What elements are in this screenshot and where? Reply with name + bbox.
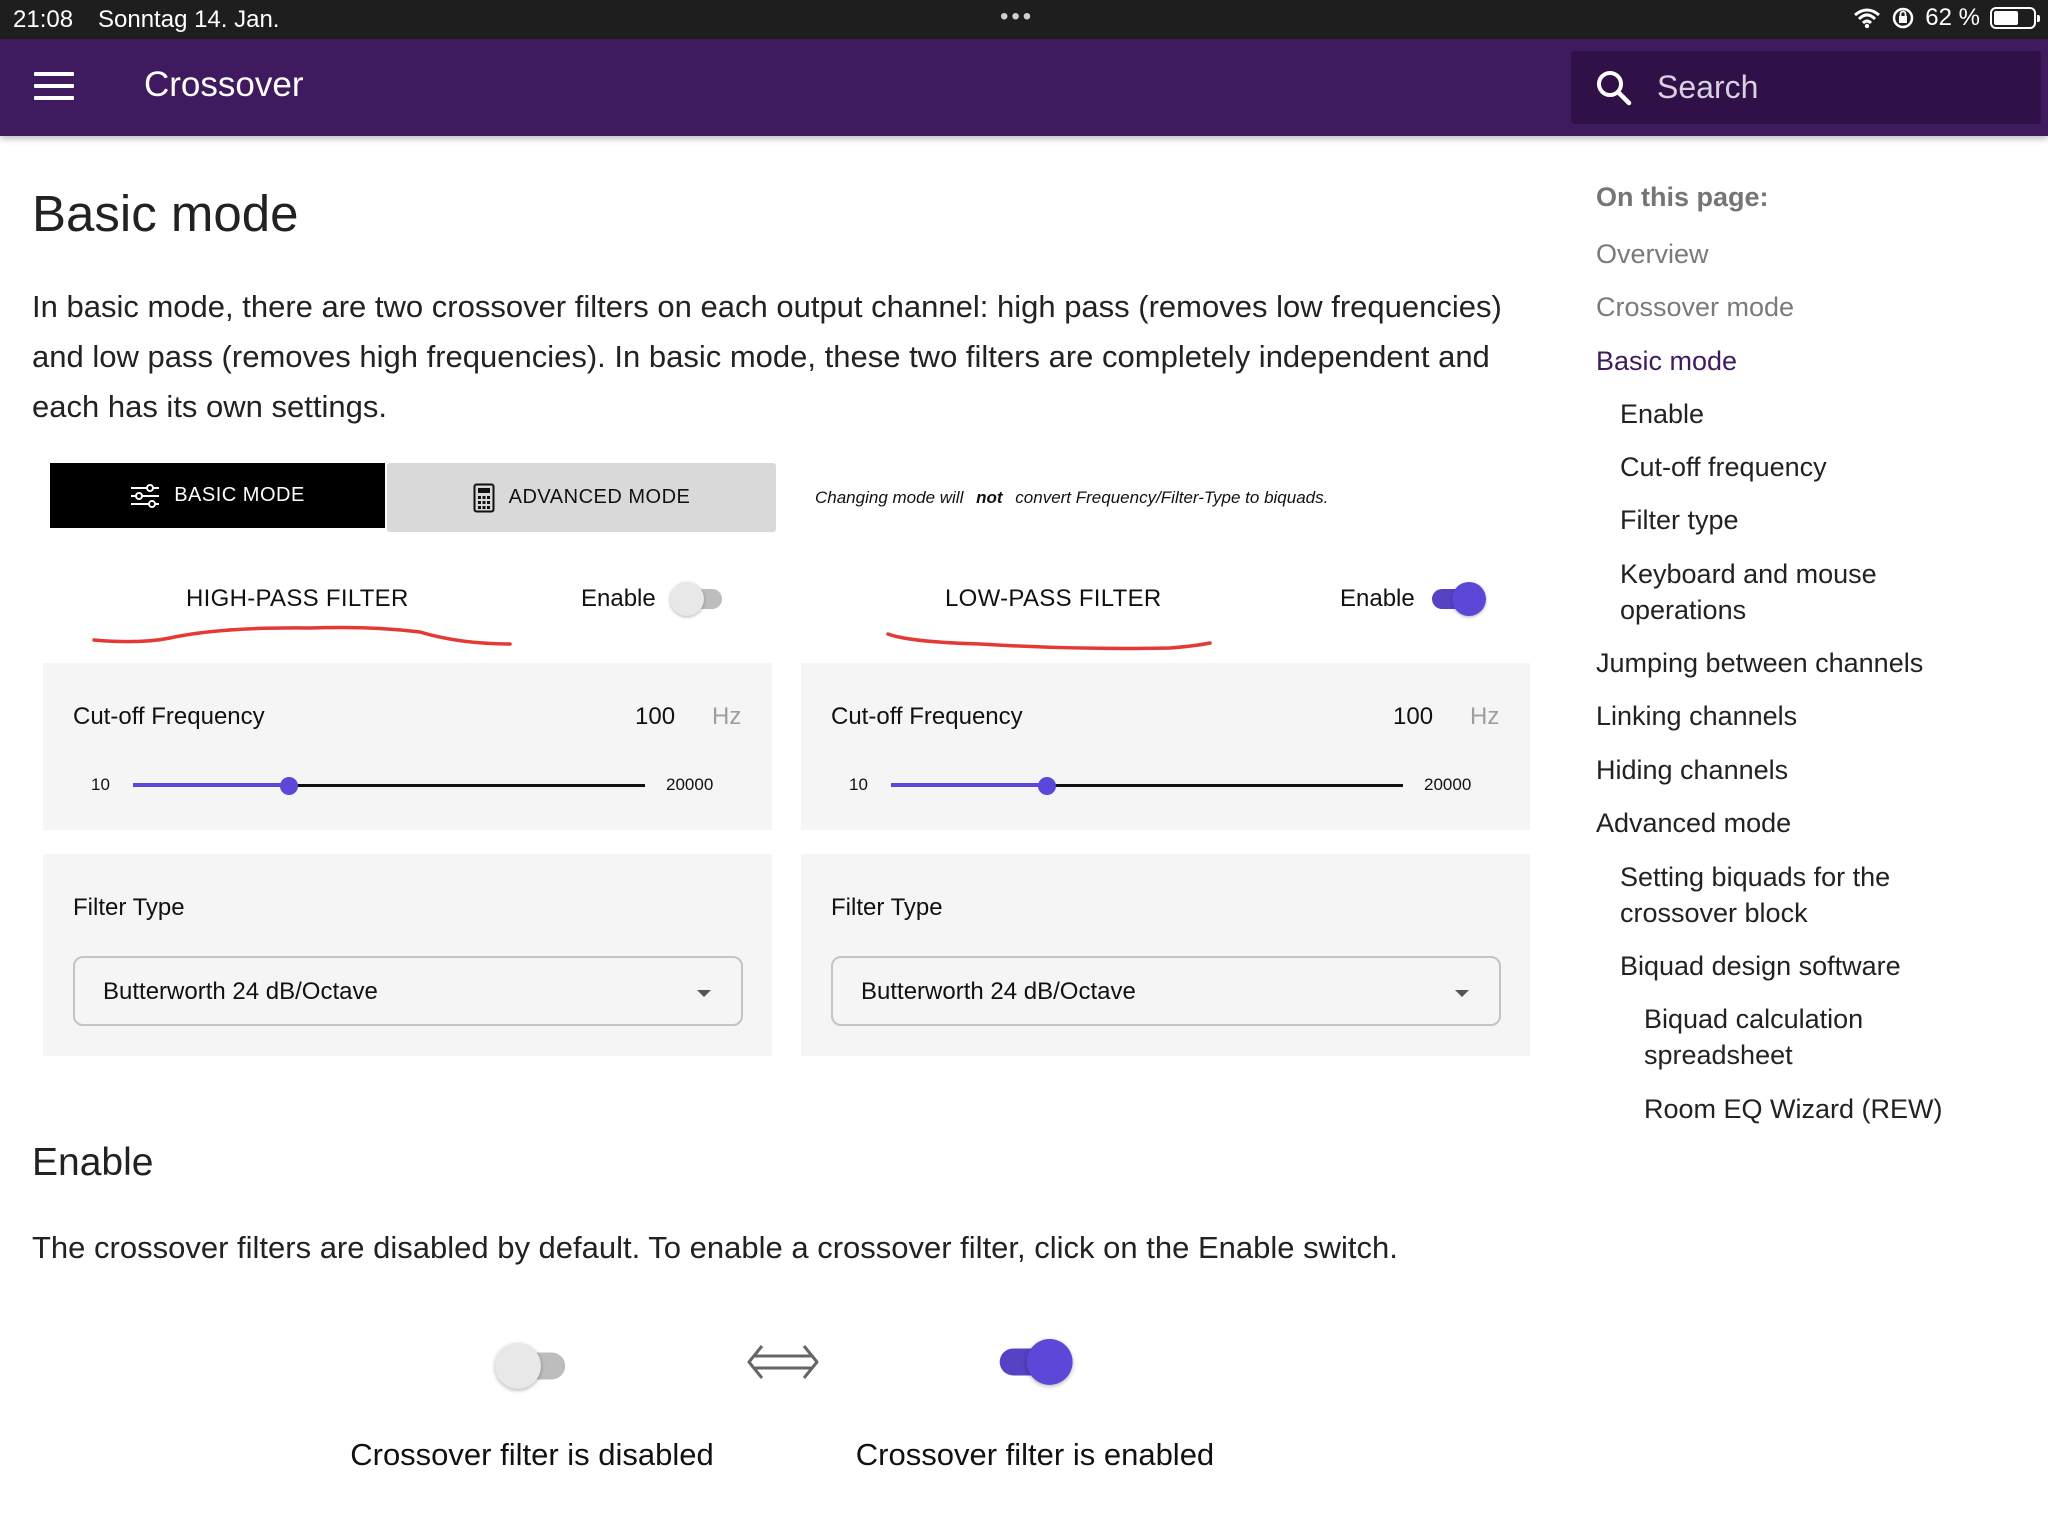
page-title: Basic mode <box>32 185 299 242</box>
toc-item-filter-type[interactable]: Filter type <box>1620 502 1739 538</box>
high-pass-enable-toggle[interactable] <box>670 582 726 616</box>
status-time: 21:08 <box>13 6 74 33</box>
high-pass-filter-title: HIGH-PASS FILTER <box>186 585 409 612</box>
filter-type-label: Filter Type <box>831 894 943 921</box>
toc-item-basic-mode[interactable]: Basic mode <box>1596 343 1737 379</box>
status-indicators: 62 % <box>1853 4 2040 32</box>
slider-thumb[interactable] <box>280 777 299 795</box>
filter-type-select[interactable]: Butterworth 24 dB/Octave <box>73 956 743 1026</box>
toc-item-biquad-design-software[interactable]: Biquad design software <box>1620 948 1901 984</box>
toc-item-linking-channels[interactable]: Linking channels <box>1596 698 1797 734</box>
cutoff-frequency-unit: Hz <box>1470 703 1500 730</box>
toc-item-hiding-channels[interactable]: Hiding channels <box>1596 752 1788 788</box>
toc-item-biquad-spreadsheet-line2[interactable]: spreadsheet <box>1644 1037 1793 1073</box>
slider-min-label: 10 <box>91 775 110 794</box>
filter-type-label: Filter Type <box>73 894 185 921</box>
low-pass-cutoff-panel: Cut-off Frequency 100 Hz 10 20000 <box>801 663 1530 830</box>
sliders-icon <box>131 483 160 508</box>
advanced-mode-button[interactable]: ADVANCED MODE <box>387 463 776 532</box>
low-pass-filter-title: LOW-PASS FILTER <box>945 585 1162 612</box>
enable-section-text: The crossover filters are disabled by de… <box>32 1230 1398 1265</box>
low-pass-enable-label: Enable <box>1340 585 1415 612</box>
cutoff-frequency-slider[interactable] <box>891 777 1403 795</box>
toc-item-cutoff-frequency[interactable]: Cut-off frequency <box>1620 449 1827 485</box>
double-arrow-icon <box>747 1345 819 1379</box>
status-bar: 21:08 Sonntag 14. Jan. ••• 62 % <box>0 0 2048 39</box>
menu-icon[interactable] <box>34 72 74 102</box>
search-icon <box>1597 71 1632 106</box>
mode-change-note: Changing mode will not convert Frequency… <box>815 488 1329 507</box>
cutoff-frequency-label: Cut-off Frequency <box>73 703 265 730</box>
toc-item-setting-biquads[interactable]: Setting biquads for the <box>1620 859 1890 895</box>
toc-item-crossover-mode[interactable]: Crossover mode <box>1596 289 1794 325</box>
enable-section-title: Enable <box>32 1141 154 1184</box>
basic-mode-button[interactable]: BASIC MODE <box>50 463 385 528</box>
low-pass-filter-type-panel: Filter Type Butterworth 24 dB/Octave <box>801 854 1530 1056</box>
advanced-mode-label: ADVANCED MODE <box>508 486 691 508</box>
toc-item-setting-biquads-line2[interactable]: crossover block <box>1620 895 1808 931</box>
app-bar: Crossover <box>0 39 2048 136</box>
caption-disabled: Crossover filter is disabled <box>350 1437 714 1472</box>
battery-percent: 62 % <box>1925 4 1980 31</box>
toc-item-keyboard-mouse[interactable]: Keyboard and mouse <box>1620 556 1877 592</box>
filter-type-value: Butterworth 24 dB/Octave <box>103 978 378 1005</box>
annotation-underline <box>886 632 1212 651</box>
calculator-icon <box>473 483 495 512</box>
multitasking-dots[interactable]: ••• <box>1000 3 1034 31</box>
toc-heading: On this page: <box>1596 182 1769 212</box>
filter-type-select[interactable]: Butterworth 24 dB/Octave <box>831 956 1501 1026</box>
slider-thumb[interactable] <box>1038 777 1057 795</box>
high-pass-enable-label: Enable <box>581 585 656 612</box>
slider-min-label: 10 <box>849 775 868 794</box>
example-toggle-disabled[interactable] <box>495 1343 571 1389</box>
search-input[interactable] <box>1657 63 2017 111</box>
rotation-lock-icon <box>1893 7 1914 29</box>
caret-down-icon <box>1455 990 1469 997</box>
wifi-icon <box>1854 8 1881 29</box>
battery-icon <box>1990 7 2040 29</box>
intro-paragraph: In basic mode, there are two crossover f… <box>32 289 1502 424</box>
annotation-underline <box>92 625 512 646</box>
toc-item-overview[interactable]: Overview <box>1596 236 1709 272</box>
cutoff-frequency-value[interactable]: 100 <box>1393 703 1433 731</box>
caption-enabled: Crossover filter is enabled <box>855 1437 1215 1472</box>
caret-down-icon <box>697 990 711 997</box>
toc-item-biquad-spreadsheet[interactable]: Biquad calculation <box>1644 1001 1863 1037</box>
filter-type-value: Butterworth 24 dB/Octave <box>861 978 1136 1005</box>
search-box[interactable] <box>1571 51 2041 124</box>
slider-max-label: 20000 <box>666 775 714 794</box>
toc-item-keyboard-mouse-line2[interactable]: operations <box>1620 592 1746 628</box>
high-pass-cutoff-panel: Cut-off Frequency 100 Hz 10 20000 <box>43 663 772 830</box>
toc-item-jumping-channels[interactable]: Jumping between channels <box>1596 645 1923 681</box>
low-pass-enable-toggle[interactable] <box>1430 582 1486 616</box>
status-date: Sonntag 14. Jan. <box>98 6 280 33</box>
cutoff-frequency-unit: Hz <box>712 703 742 730</box>
cutoff-frequency-label: Cut-off Frequency <box>831 703 1023 730</box>
app-title: Crossover <box>144 65 304 104</box>
example-toggle-enabled[interactable] <box>997 1339 1073 1385</box>
basic-mode-label: BASIC MODE <box>174 484 305 506</box>
slider-max-label: 20000 <box>1424 775 1472 794</box>
cutoff-frequency-slider[interactable] <box>133 777 645 795</box>
toc-item-room-eq-wizard[interactable]: Room EQ Wizard (REW) <box>1644 1091 1943 1127</box>
high-pass-filter-type-panel: Filter Type Butterworth 24 dB/Octave <box>43 854 772 1056</box>
toc-item-enable[interactable]: Enable <box>1620 396 1704 432</box>
toc-item-advanced-mode[interactable]: Advanced mode <box>1596 805 1791 841</box>
cutoff-frequency-value[interactable]: 100 <box>635 703 675 731</box>
